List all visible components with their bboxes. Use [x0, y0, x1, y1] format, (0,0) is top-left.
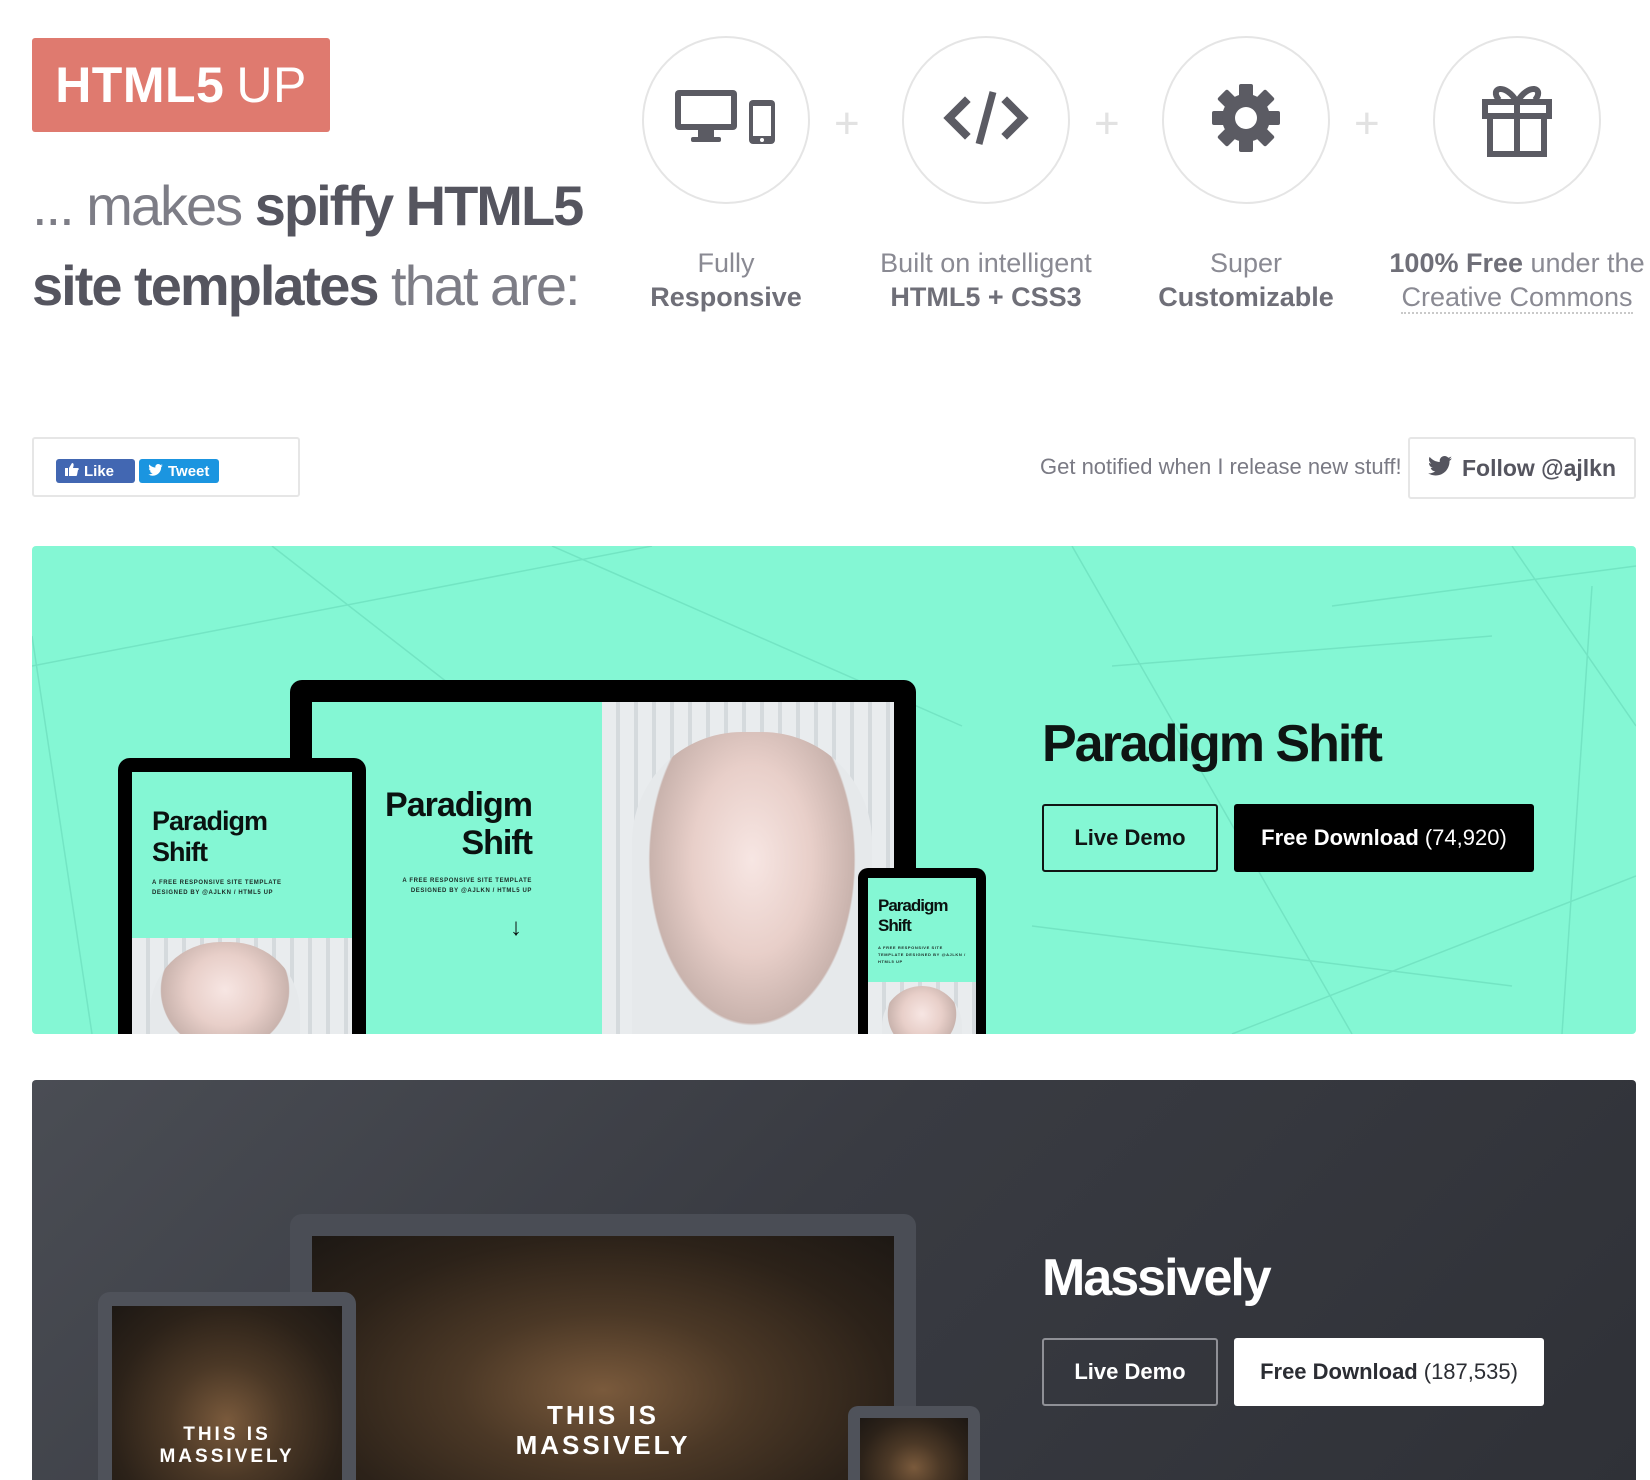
- phone-mock-title: Paradigm Shift: [878, 896, 948, 936]
- tablet-screen-photo: THIS IS MASSIVELY: [112, 1306, 342, 1480]
- feature-free: 100% Free under the Creative Commons: [1376, 36, 1650, 314]
- feature-html5: Built on intelligent HTML5 + CSS3: [856, 36, 1116, 314]
- tagline-part2: spiffy HTML5: [254, 174, 585, 237]
- mock-title-line1: Paradigm: [878, 896, 948, 915]
- template-title: Massively: [1042, 1249, 1272, 1307]
- twitter-bird-icon: [148, 463, 163, 480]
- template-card-paradigm-shift: Paradigm Shift A FREE RESPONSIVE SITE TE…: [32, 546, 1636, 1034]
- massively-headline: THIS IS MASSIVELY: [112, 1424, 342, 1468]
- headline-line2: MASSIVELY: [515, 1430, 691, 1460]
- tablet-screen: Paradigm Shift A FREE RESPONSIVE SITE TE…: [132, 772, 352, 938]
- logo[interactable]: HTML5 UP: [32, 38, 330, 132]
- phone-mockup: Paradigm Shift A FREE RESPONSIVE SITE TE…: [858, 868, 986, 1034]
- feature-line1: Built on intelligent: [880, 248, 1092, 278]
- tablet-mock-subtitle: A FREE RESPONSIVE SITE TEMPLATE DESIGNED…: [152, 880, 282, 896]
- facebook-like-button[interactable]: Like: [56, 459, 135, 483]
- tweet-button[interactable]: Tweet: [139, 459, 219, 483]
- headline-line2: MASSIVELY: [159, 1446, 295, 1467]
- thumbs-up-icon: [65, 462, 79, 480]
- live-demo-button[interactable]: Live Demo: [1042, 804, 1218, 872]
- logo-rest: UP: [236, 57, 307, 113]
- logo-strong: HTML5: [55, 57, 225, 113]
- gear-icon: [1210, 82, 1282, 159]
- desktop-mockup: Paradigm Shift A FREE RESPONSIVE SITE TE…: [290, 680, 916, 1034]
- mock-title-line2: Shift: [152, 837, 208, 867]
- tablet-mockup: Paradigm Shift A FREE RESPONSIVE SITE TE…: [118, 758, 366, 1034]
- tweet-label: Tweet: [168, 462, 210, 480]
- desktop-screen-photo: [602, 702, 894, 1034]
- feature-circle: [1433, 36, 1601, 204]
- template-card-massively: THIS IS MASSIVELY THIS IS MASSIVELY Mass…: [32, 1080, 1636, 1480]
- feature-line1: Fully: [697, 248, 755, 278]
- model-photo: [150, 942, 300, 1034]
- feature-line2: HTML5 + CSS3: [890, 282, 1082, 312]
- feature-line1: Super: [1209, 248, 1283, 278]
- follow-label: Follow @ajlkn: [1461, 454, 1617, 481]
- arrow-down-icon: ↓: [510, 914, 522, 941]
- mock-subtitle: A FREE RESPONSIVE SITE TEMPLATE DESIGNED…: [402, 878, 532, 894]
- mock-title-line2: Shift: [878, 916, 912, 935]
- follow-twitter-button[interactable]: Follow @ajlkn: [1408, 437, 1636, 499]
- tagline: ... makes spiffy HTML5 site templates th…: [32, 166, 592, 326]
- tablet-photo: [132, 938, 352, 1034]
- feature-circle: [902, 36, 1070, 204]
- download-label: Free Download: [1261, 825, 1419, 850]
- feature-circle: [1162, 36, 1330, 204]
- feature-customizable: Super Customizable: [1116, 36, 1376, 314]
- phone-photo: [868, 982, 976, 1034]
- gift-icon: [1481, 78, 1553, 163]
- download-label: Free Download: [1260, 1359, 1418, 1384]
- headline-line1: THIS IS: [546, 1400, 659, 1430]
- free-download-button[interactable]: Free Download (74,920): [1234, 804, 1534, 872]
- phone-screen-photo: [860, 1418, 968, 1480]
- feature-line1-rest: under the: [1523, 248, 1645, 278]
- feature-line1: 100% Free under the: [1376, 246, 1650, 280]
- headline-line1: THIS IS: [183, 1424, 271, 1445]
- feature-line2: Responsive: [650, 282, 802, 312]
- mock-title-line1: Paradigm: [152, 806, 268, 836]
- creative-commons-link[interactable]: Creative Commons: [1401, 282, 1633, 314]
- feature-circle: [642, 36, 810, 204]
- feature-line2: Creative Commons: [1376, 280, 1650, 314]
- desktop-mockup: THIS IS MASSIVELY: [290, 1214, 916, 1480]
- phone-screen: Paradigm Shift A FREE RESPONSIVE SITE TE…: [868, 878, 976, 982]
- phone-mock-subtitle: A FREE RESPONSIVE SITE TEMPLATE DESIGNED…: [878, 945, 966, 964]
- feature-line1-bold: 100% Free: [1389, 248, 1523, 278]
- tagline-part1: ... makes: [32, 174, 255, 237]
- mock-title: Paradigm Shift: [385, 786, 533, 862]
- phone-mockup: [848, 1406, 980, 1480]
- twitter-bird-icon: [1427, 455, 1452, 482]
- mock-title-line2: Shift: [461, 824, 533, 862]
- desktop-screen-photo: THIS IS MASSIVELY: [312, 1236, 894, 1480]
- model-photo: [882, 986, 962, 1034]
- template-title: Paradigm Shift: [1042, 715, 1383, 773]
- mock-title-line1: Paradigm: [385, 786, 533, 824]
- devices-icon: [671, 88, 781, 153]
- live-demo-button[interactable]: Live Demo: [1042, 1338, 1218, 1406]
- massively-headline: THIS IS MASSIVELY: [312, 1400, 894, 1460]
- notify-text: Get notified when I release new stuff!: [1040, 454, 1402, 479]
- tagline-part4: that are:: [377, 254, 580, 317]
- free-download-button[interactable]: Free Download (187,535): [1234, 1338, 1544, 1406]
- tablet-mock-title: Paradigm Shift: [152, 806, 268, 868]
- like-label: Like: [84, 462, 115, 480]
- download-count: (74,920): [1424, 825, 1507, 850]
- feature-responsive: Fully Responsive: [596, 36, 856, 314]
- social-share-box: Like Tweet: [32, 437, 300, 497]
- feature-line2: Customizable: [1158, 282, 1334, 312]
- code-icon: [943, 88, 1029, 153]
- model-photo: [632, 732, 872, 1034]
- download-count: (187,535): [1423, 1359, 1518, 1384]
- tagline-part3: site templates: [32, 254, 379, 317]
